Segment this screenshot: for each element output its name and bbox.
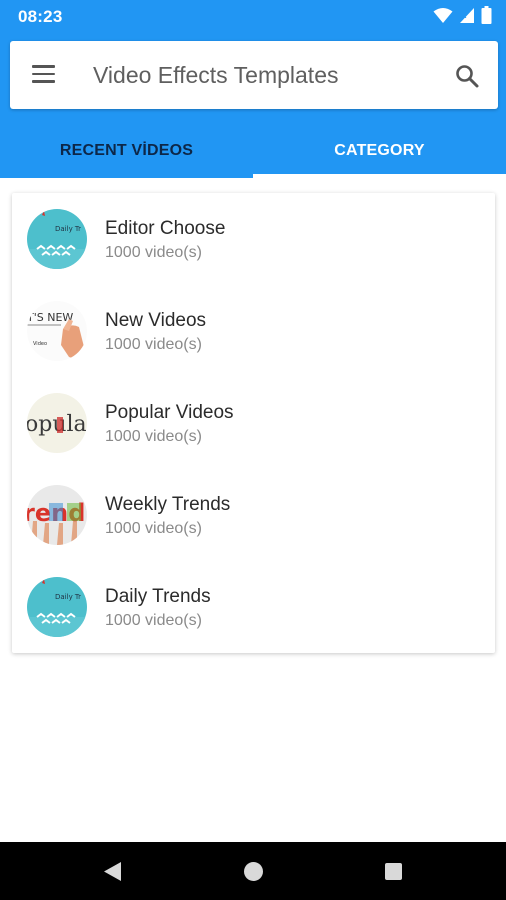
status-icons: x <box>433 6 492 24</box>
tab-bar: RECENT VİDEOS CATEGORY <box>0 124 506 178</box>
list-item-editor-choose[interactable]: Daily Tr Editor Choose 1000 video(s) <box>12 193 495 285</box>
search-bar[interactable]: Video Effects Templates <box>10 41 498 109</box>
svg-text:Video: Video <box>33 341 47 347</box>
list-item-new-videos[interactable]: T'S NEW Video New Videos 1000 video(s) <box>12 285 495 377</box>
item-title: New Videos <box>105 310 207 331</box>
home-icon[interactable] <box>244 862 263 881</box>
item-count: 1000 video(s) <box>105 336 202 353</box>
thumb-text: Daily Tr <box>55 225 81 233</box>
item-count: 1000 video(s) <box>105 612 202 629</box>
app-bar-background: 08:23 x Video Effects Templates RECENT V… <box>0 0 506 178</box>
battery-icon <box>481 6 492 24</box>
wifi-icon <box>433 7 453 23</box>
thumb-text: opula <box>27 412 87 437</box>
category-list: Daily Tr Editor Choose 1000 video(s) T'S… <box>12 193 495 653</box>
category-thumbnail: Daily Tr <box>27 209 87 269</box>
item-count: 1000 video(s) <box>105 428 202 445</box>
list-item-popular-videos[interactable]: opula Popular Videos 1000 video(s) <box>12 377 495 469</box>
tab-category[interactable]: CATEGORY <box>253 124 506 178</box>
item-title: Popular Videos <box>105 402 234 423</box>
item-title: Daily Trends <box>105 586 211 607</box>
toolbar-title: Video Effects Templates <box>93 62 339 88</box>
item-count: 1000 video(s) <box>105 244 202 261</box>
search-icon[interactable] <box>454 63 480 89</box>
item-title: Editor Choose <box>105 218 226 239</box>
category-thumbnail: opula <box>27 393 87 453</box>
status-time: 08:23 <box>18 7 63 26</box>
tab-recent-videos[interactable]: RECENT VİDEOS <box>0 124 253 178</box>
item-count: 1000 video(s) <box>105 520 202 537</box>
list-item-daily-trends[interactable]: Daily Tr Daily Trends 1000 video(s) <box>12 561 495 653</box>
tab-indicator <box>253 174 506 178</box>
list-item-weekly-trends[interactable]: rend Weekly Trends 1000 video(s) <box>12 469 495 561</box>
category-thumbnail: T'S NEW Video <box>27 301 87 361</box>
system-nav-bar <box>0 842 506 900</box>
thumb-text: Daily Tr <box>55 593 81 601</box>
menu-icon[interactable] <box>32 65 56 85</box>
category-thumbnail: Daily Tr <box>27 577 87 637</box>
svg-text:x: x <box>462 12 467 20</box>
category-thumbnail: rend <box>27 485 87 545</box>
back-icon[interactable] <box>103 861 122 882</box>
item-title: Weekly Trends <box>105 494 231 515</box>
app-screen: 08:23 x Video Effects Templates RECENT V… <box>0 0 506 900</box>
signal-icon: x <box>460 7 474 23</box>
status-bar: 08:23 x <box>0 0 506 32</box>
thumb-text: T'S NEW <box>27 311 73 324</box>
recents-icon[interactable] <box>385 863 402 880</box>
